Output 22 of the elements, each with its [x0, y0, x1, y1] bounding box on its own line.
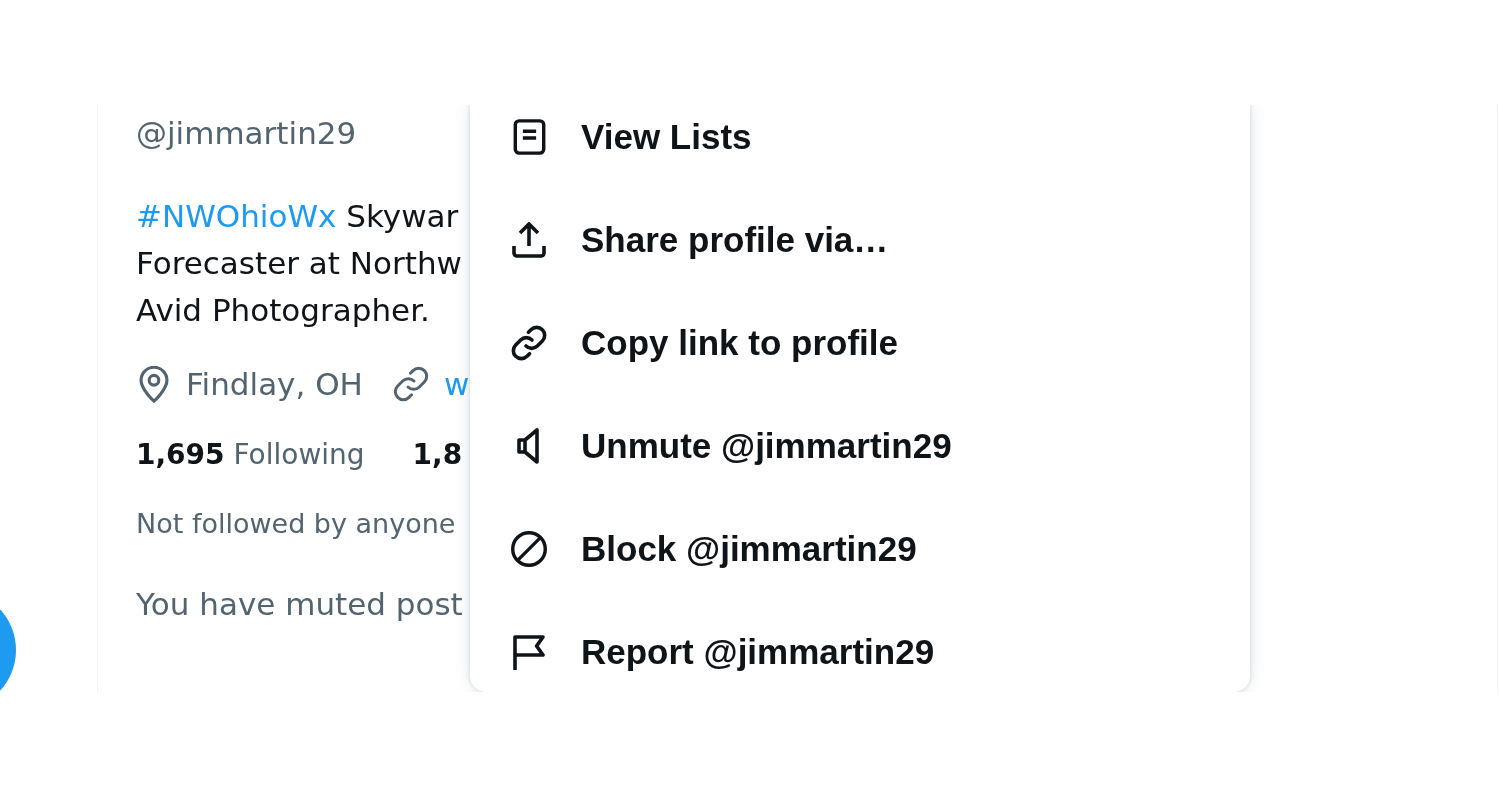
profile-bio: #NWOhioWx Skywar Forecaster at Northw Avid Photographer.	[136, 197, 462, 330]
chain-link-icon	[511, 325, 547, 361]
flag-icon	[513, 634, 545, 670]
location-text: Findlay, OH	[186, 365, 363, 404]
menu-item[interactable]: Share profile via…	[470, 208, 1250, 272]
menu-item[interactable]: Unmute @jimmartin29	[470, 414, 1250, 478]
block-icon	[511, 531, 547, 567]
stat-link[interactable]: 1,8	[412, 435, 463, 475]
followed-by-text: Not followed by anyone	[136, 507, 456, 541]
list-document-icon	[512, 119, 546, 155]
profile-handle: @jimmartin29	[136, 114, 357, 153]
menu-item[interactable]: Block @jimmartin29	[470, 517, 1250, 581]
muted-notice: You have muted post	[136, 585, 463, 624]
menu-item[interactable]: Report @jimmartin29	[470, 620, 1250, 684]
floating-action-button[interactable]	[0, 610, 16, 692]
speaker-icon	[517, 428, 541, 464]
map-pin-icon	[139, 365, 169, 403]
menu-item[interactable]: Copy link to profile	[470, 311, 1250, 375]
share-upload-icon	[512, 222, 546, 258]
stat-link[interactable]: 1,695 Following	[136, 435, 365, 475]
menu-item[interactable]: View Lists	[470, 105, 1250, 169]
chain-link-icon	[392, 366, 429, 402]
